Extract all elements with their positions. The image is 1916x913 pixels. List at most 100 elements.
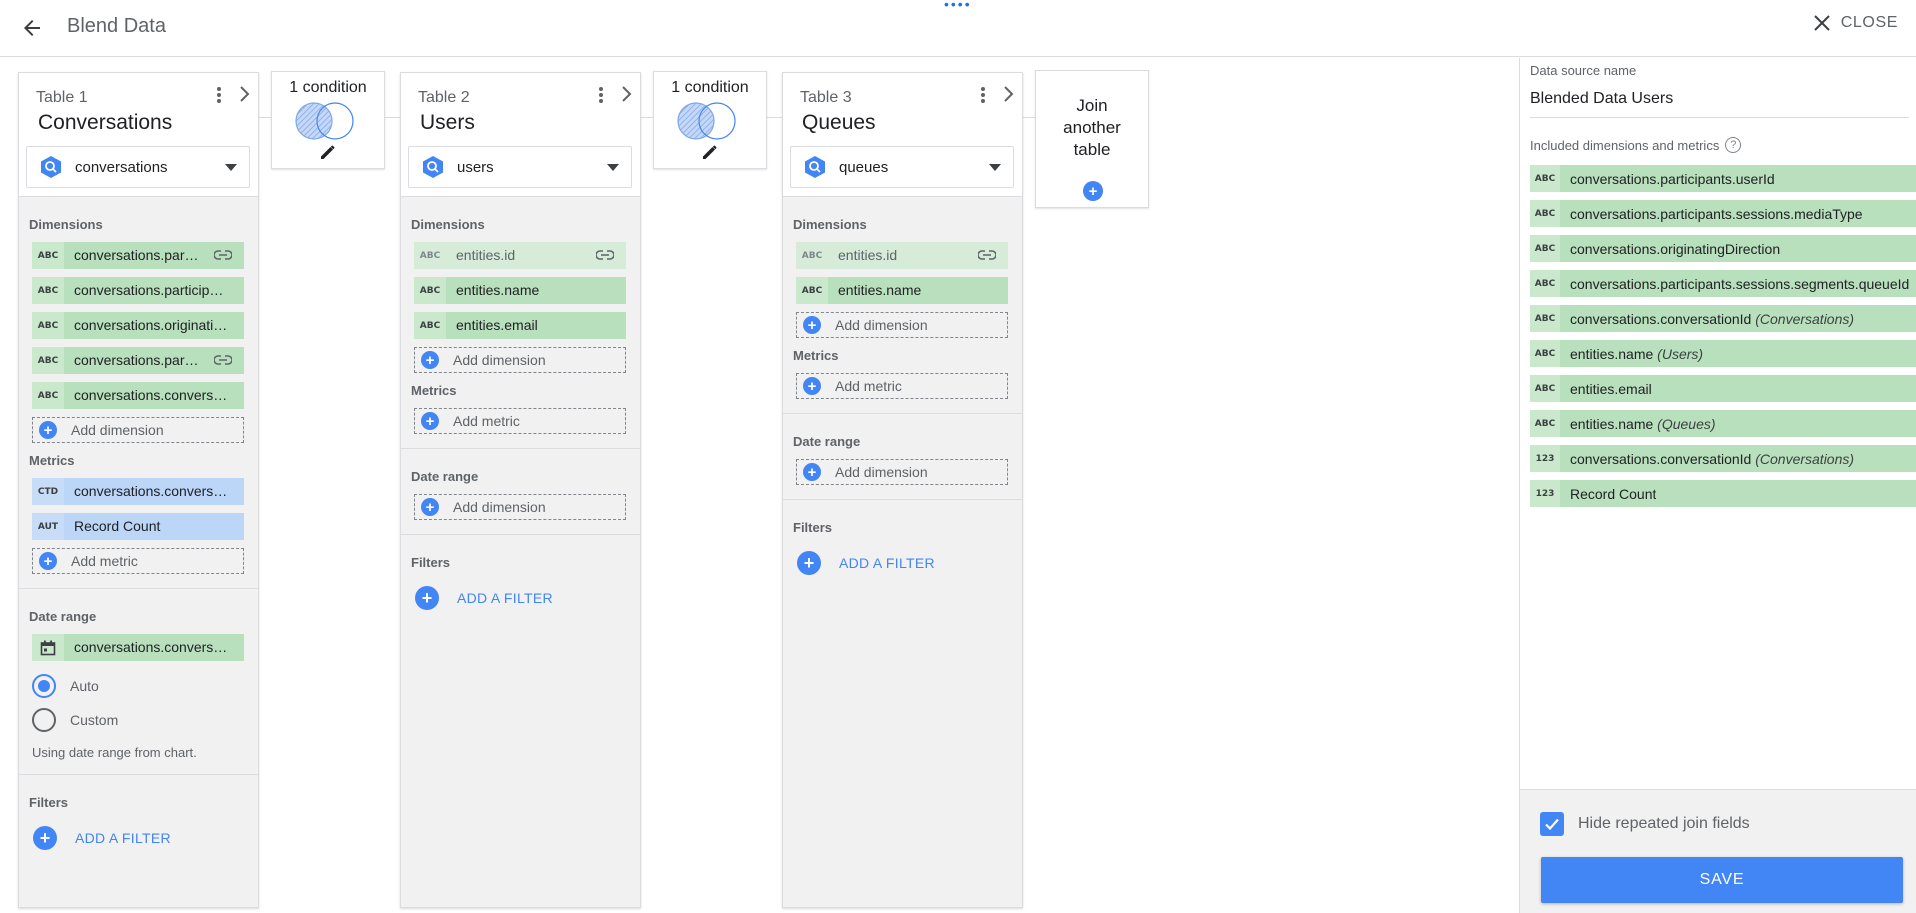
save-button[interactable]: SAVE [1541,857,1903,903]
table-label: Table 2 [418,89,470,106]
table-panel-2: Table 2 Users users Dimensions ABC entiti… [400,72,641,908]
included-field[interactable]: ABC conversations.participants.userId [1530,165,1916,192]
metric-chip[interactable]: AUT Record Count [32,513,244,540]
text-type-icon: ABC [1530,270,1560,297]
add-filter-button[interactable]: + ADD A FILTER [415,580,630,616]
text-type-icon: ABC [414,312,446,339]
dimension-name: entities.id [446,242,626,269]
join-key-chip[interactable]: ABC entities.id [796,242,1008,269]
dimension-name: conversations.particip… [64,277,244,304]
date-range-section: Date range + Add dimension [783,414,1022,500]
more-vert-icon[interactable] [214,85,224,107]
join-another-table-button[interactable]: Join another table + [1035,70,1149,208]
text-type-icon: ABC [414,242,446,269]
included-field[interactable]: ABC conversations.conversationId (Convers… [1530,305,1916,332]
number-type-icon: 123 [1530,445,1560,472]
dimension-chip[interactable]: ABC entities.email [414,312,626,339]
data-source-name: users [457,158,494,176]
add-date-dimension-button[interactable]: + Add dimension [796,459,1008,485]
radio-auto[interactable]: Auto [32,669,248,703]
included-field[interactable]: 123 Record Count [1530,480,1916,507]
data-source-select[interactable]: conversations [26,146,250,188]
dimension-chip[interactable]: ABC conversations.originati… [32,312,244,339]
text-type-icon: ABC [1530,165,1560,192]
dimension-name: conversations.originati… [64,312,244,339]
included-field[interactable]: 123 conversations.conversationId (Convers… [1530,445,1916,472]
add-icon: + [421,412,439,430]
add-metric-button[interactable]: + Add metric [32,548,244,574]
join-another-label: Join another table [1063,96,1121,159]
link-icon [596,250,614,260]
join-condition-2[interactable]: 1 condition [653,71,767,169]
text-type-icon: ABC [1530,235,1560,262]
more-vert-icon[interactable] [978,85,988,107]
radio-unchecked-icon [32,708,56,732]
dimension-chip[interactable]: ABC conversations.par… [32,242,244,269]
filters-section: Filters + ADD A FILTER [19,775,258,862]
table-name[interactable]: Users [420,111,475,135]
included-field[interactable]: ABC conversations.originatingDirection [1530,235,1916,262]
text-type-icon: ABC [1530,340,1560,367]
section-heading: Dimensions [411,217,485,232]
hide-repeated-join-fields-checkbox[interactable]: Hide repeated join fields [1540,812,1750,836]
add-icon: + [39,552,57,570]
included-field[interactable]: ABC conversations.participants.sessions.s… [1530,270,1916,297]
table-name[interactable]: Queues [802,111,876,135]
dimension-name: entities.email [446,312,626,339]
join-condition-1[interactable]: 1 condition [271,71,385,169]
help-icon[interactable]: ? [1725,137,1742,153]
add-metric-button[interactable]: + Add metric [796,373,1008,399]
add-filter-button[interactable]: + ADD A FILTER [797,545,1012,581]
table-name[interactable]: Conversations [38,111,172,135]
radio-checked-icon [32,674,56,698]
text-type-icon: ABC [1530,200,1560,227]
section-heading: Filters [793,520,833,535]
close-button[interactable]: CLOSE [1813,14,1898,32]
add-dimension-button[interactable]: + Add dimension [796,312,1008,338]
dimension-chip[interactable]: ABC entities.name [796,277,1008,304]
connector-line [1022,117,1036,118]
date-range-section: Date range + Add dimension [401,449,640,535]
add-dimension-button[interactable]: + Add dimension [32,417,244,443]
data-source-select[interactable]: queues [790,146,1014,188]
arrow-back-icon [24,20,40,36]
add-metric-button[interactable]: + Add metric [414,408,626,434]
dimension-chip[interactable]: ABC conversations.par… [32,347,244,374]
dimension-chip[interactable]: ABC conversations.convers… [32,382,244,409]
top-bar: Blend Data •••• CLOSE [0,0,1916,57]
join-key-chip[interactable]: ABC entities.id [414,242,626,269]
date-range-chip[interactable]: conversations.convers… [32,634,244,661]
included-field[interactable]: ABC conversations.participants.sessions.m… [1530,200,1916,227]
chevron-right-icon[interactable] [1002,85,1014,108]
metric-type-icon: AUT [32,513,64,540]
add-icon: + [803,377,821,395]
section-heading: Dimensions [793,217,867,232]
back-button[interactable] [16,12,48,44]
add-icon: + [33,826,57,850]
radio-custom[interactable]: Custom [32,703,248,737]
dimension-name: entities.name [828,277,1008,304]
chevron-right-icon[interactable] [620,85,632,108]
section-heading: Date range [793,434,861,449]
more-vert-icon[interactable] [596,85,606,107]
dimension-chip[interactable]: ABC conversations.particip… [32,277,244,304]
checkbox-checked-icon [1540,812,1564,836]
metric-type-icon: CTD [32,478,64,505]
data-source-name: queues [839,158,889,176]
metric-chip[interactable]: CTD conversations.convers… [32,478,244,505]
included-field[interactable]: ABC entities.email [1530,375,1916,402]
add-dimension-button[interactable]: + Add dimension [414,347,626,373]
chevron-right-icon[interactable] [238,85,250,108]
included-fields-label: Included dimensions and metrics ? [1530,137,1742,153]
add-filter-button[interactable]: + ADD A FILTER [33,820,248,856]
drag-handle-icon[interactable]: •••• [944,0,972,11]
included-field[interactable]: ABC entities.name (Users) [1530,340,1916,367]
add-date-dimension-button[interactable]: + Add dimension [414,494,626,520]
link-icon [978,250,996,260]
close-icon [1814,15,1830,31]
section-heading: Date range [411,469,479,484]
data-source-select[interactable]: users [408,146,632,188]
data-source-name-input[interactable]: Blended Data Users [1530,82,1909,118]
dimension-chip[interactable]: ABC entities.name [414,277,626,304]
included-field[interactable]: ABC entities.name (Queues) [1530,410,1916,437]
